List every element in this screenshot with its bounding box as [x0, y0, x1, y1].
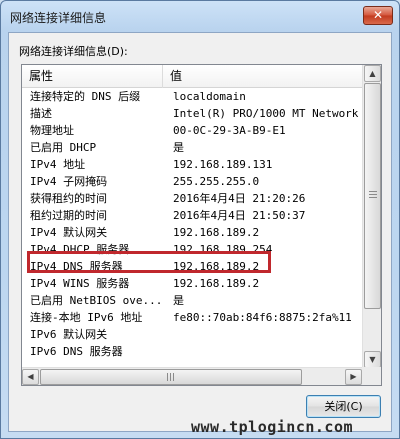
- window-title: 网络连接详细信息: [10, 11, 107, 25]
- horizontal-scroll-thumb[interactable]: [40, 369, 302, 385]
- title-bar[interactable]: 网络连接详细信息 ✕: [1, 1, 399, 31]
- row-value: localdomain: [173, 90, 246, 103]
- vertical-scroll-thumb[interactable]: [364, 83, 381, 309]
- scrollbar-corner: [362, 367, 381, 385]
- horizontal-scrollbar[interactable]: ◀ ▶: [22, 367, 362, 385]
- vertical-scrollbar[interactable]: ▲ ▼: [362, 65, 381, 368]
- details-list[interactable]: 属性 值 连接特定的 DNS 后缀 localdomain 描述 Intel(R) P…: [21, 64, 382, 386]
- row-value: 2016年4月4日 21:20:26: [173, 192, 306, 205]
- list-row[interactable]: 已启用 DHCP 是: [22, 139, 362, 156]
- row-property: 物理地址: [30, 124, 74, 137]
- list-row[interactable]: 连接特定的 DNS 后缀 localdomain: [22, 88, 362, 105]
- row-value: 00-0C-29-3A-B9-E1: [173, 124, 286, 137]
- window-close-icon[interactable]: ✕: [363, 6, 393, 25]
- row-value: 192.168.189.2: [173, 226, 260, 239]
- row-property: 已启用 DHCP: [30, 141, 97, 154]
- row-value: Intel(R) PRO/1000 MT Network C: [173, 107, 362, 120]
- row-property: IPv4 子网掩码: [30, 175, 108, 188]
- dialog-body: 网络连接详细信息(D): 属性 值 连接特定的 DNS 后缀 localdomai…: [8, 32, 392, 432]
- list-row[interactable]: IPv6 默认网关: [22, 326, 362, 343]
- row-property: 已启用 NetBIOS ove...: [30, 294, 163, 307]
- row-property: 连接-本地 IPv6 地址: [30, 311, 143, 324]
- gateway-highlight-box: [27, 251, 271, 273]
- column-header-value[interactable]: 值: [163, 65, 362, 88]
- list-row[interactable]: IPv4 WINS 服务器 192.168.189.2: [22, 275, 362, 292]
- dialog-window: 网络连接详细信息 ✕ 网络连接详细信息(D): 属性 值 连接特定的 DNS 后…: [0, 0, 400, 439]
- row-value: 是: [173, 141, 184, 154]
- row-property: 租约过期的时间: [30, 209, 107, 222]
- row-value: 192.168.189.2: [173, 277, 260, 290]
- scroll-down-icon[interactable]: ▼: [364, 351, 381, 368]
- list-row[interactable]: IPv4 子网掩码 255.255.255.0: [22, 173, 362, 190]
- list-row[interactable]: 获得租约的时间 2016年4月4日 21:20:26: [22, 190, 362, 207]
- row-value: fe80::70ab:84f6:8875:2fa%11: [173, 311, 352, 324]
- list-header: 属性 值: [22, 65, 362, 88]
- watermark: www.tplogincn.com: [191, 418, 354, 436]
- scroll-left-icon[interactable]: ◀: [22, 369, 39, 385]
- list-row[interactable]: 物理地址 00-0C-29-3A-B9-E1: [22, 122, 362, 139]
- list-row[interactable]: IPv4 默认网关 192.168.189.2: [22, 224, 362, 241]
- row-property: 连接特定的 DNS 后缀: [30, 90, 141, 103]
- row-property: IPv6 默认网关: [30, 328, 108, 341]
- row-property: 描述: [30, 107, 52, 120]
- list-row[interactable]: IPv4 地址 192.168.189.131: [22, 156, 362, 173]
- column-header-property[interactable]: 属性: [22, 65, 163, 88]
- scroll-up-icon[interactable]: ▲: [364, 65, 381, 82]
- list-row[interactable]: 连接-本地 IPv6 地址 fe80::70ab:84f6:8875:2fa%11: [22, 309, 362, 326]
- list-rows: 连接特定的 DNS 后缀 localdomain 描述 Intel(R) PRO/10…: [22, 88, 362, 368]
- list-row[interactable]: 已启用 NetBIOS ove... 是: [22, 292, 362, 309]
- row-value: 255.255.255.0: [173, 175, 260, 188]
- row-property: 获得租约的时间: [30, 192, 107, 205]
- row-property: IPv6 DNS 服务器: [30, 345, 123, 358]
- row-property: IPv4 地址: [30, 158, 86, 171]
- list-row[interactable]: 描述 Intel(R) PRO/1000 MT Network C: [22, 105, 362, 122]
- close-button[interactable]: 关闭(C): [306, 395, 381, 418]
- row-property: IPv4 默认网关: [30, 226, 108, 239]
- row-property: IPv4 WINS 服务器: [30, 277, 130, 290]
- row-value: 是: [173, 294, 184, 307]
- details-label: 网络连接详细信息(D):: [19, 45, 128, 58]
- row-value: 2016年4月4日 21:50:37: [173, 209, 306, 222]
- scroll-right-icon[interactable]: ▶: [345, 369, 362, 385]
- row-value: 192.168.189.131: [173, 158, 273, 171]
- list-row[interactable]: 租约过期的时间 2016年4月4日 21:50:37: [22, 207, 362, 224]
- list-row[interactable]: IPv6 DNS 服务器: [22, 343, 362, 360]
